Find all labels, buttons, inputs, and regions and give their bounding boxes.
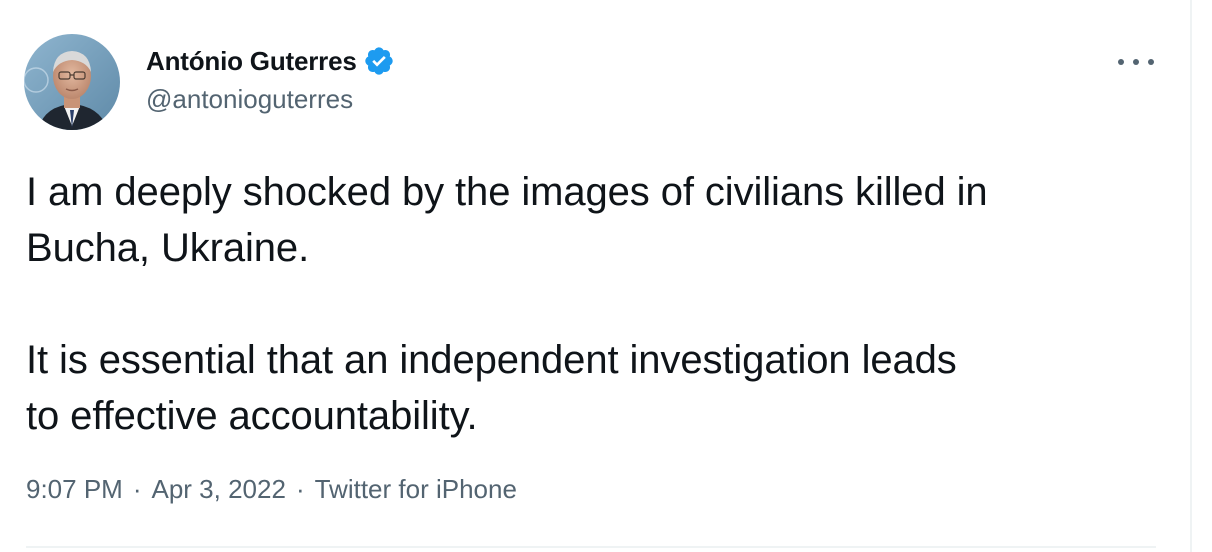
verified-badge-icon	[363, 45, 395, 77]
author-name-row: António Guterres	[146, 44, 395, 78]
avatar-photo	[24, 34, 120, 130]
tweet-source[interactable]: Twitter for iPhone	[315, 474, 517, 505]
column-border	[1190, 0, 1192, 552]
author-display-name[interactable]: António Guterres	[146, 46, 357, 77]
separator: ·	[295, 474, 305, 504]
tweet-card: António Guterres @antonioguterres I am d…	[0, 0, 1190, 552]
author-handle[interactable]: @antonioguterres	[146, 84, 353, 115]
tweet-text: I am deeply shocked by the images of civ…	[26, 170, 988, 438]
more-options-icon[interactable]	[1118, 52, 1154, 72]
tweet-metadata: 9:07 PM · Apr 3, 2022 · Twitter for iPho…	[26, 474, 517, 505]
avatar[interactable]	[24, 34, 120, 130]
tweet-time[interactable]: 9:07 PM	[26, 474, 123, 505]
divider	[26, 546, 1156, 548]
tweet-date[interactable]: Apr 3, 2022	[152, 474, 286, 505]
separator: ·	[132, 474, 142, 504]
